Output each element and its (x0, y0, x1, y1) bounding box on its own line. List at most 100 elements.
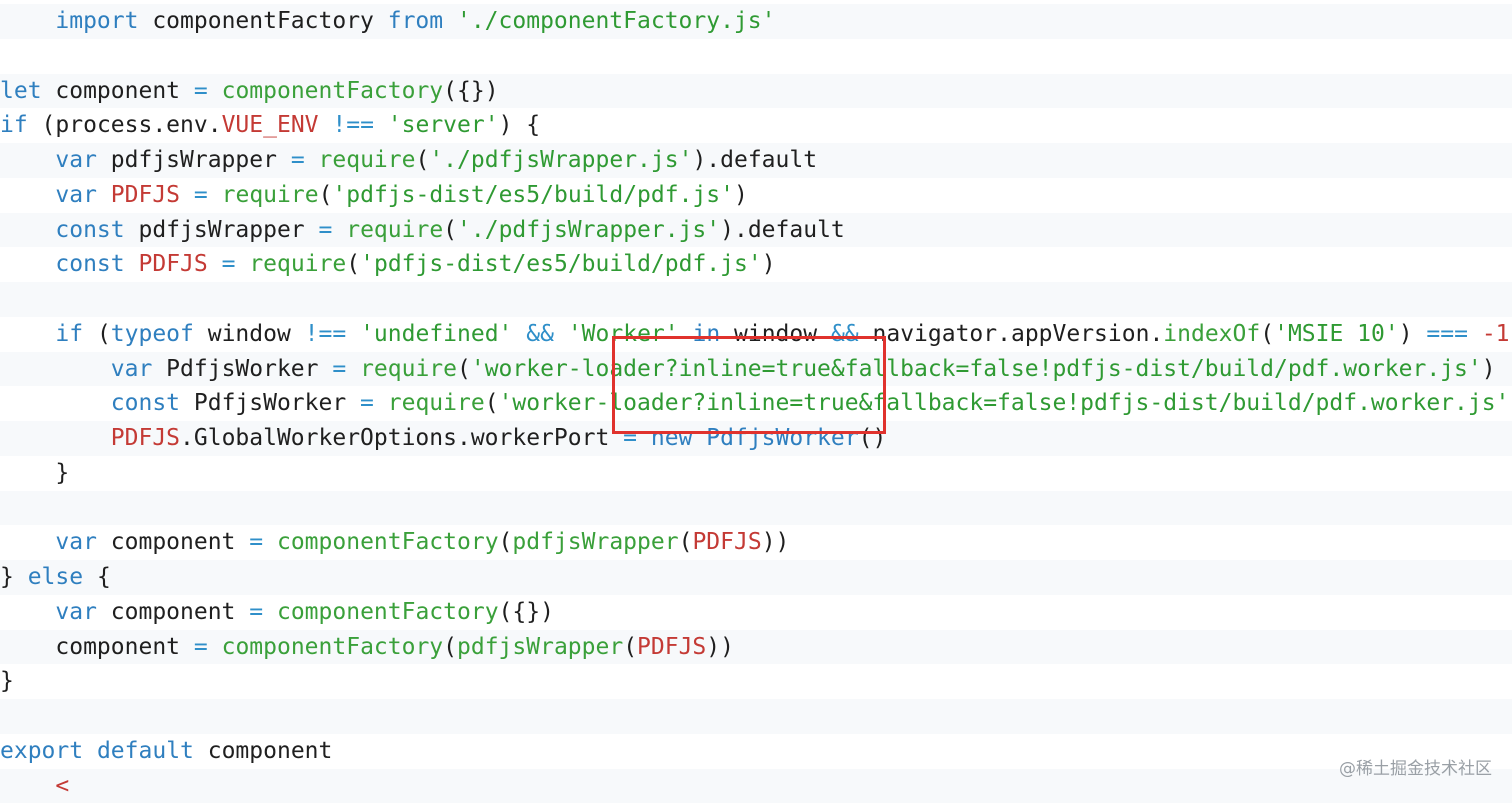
code-token: ) (734, 182, 748, 208)
code-token: PDFJS (692, 529, 761, 555)
code-line: var component = componentFactory({}) (0, 595, 1512, 630)
code-token: ( (457, 356, 471, 382)
code-token: if (55, 321, 83, 347)
code-line: var PDFJS = require('pdfjs-dist/es5/buil… (0, 178, 1512, 213)
code-line: const PDFJS = require('pdfjs-dist/es5/bu… (0, 247, 1512, 282)
code-token: } (0, 668, 14, 694)
code-token: require (388, 390, 485, 416)
code-token (637, 425, 651, 451)
code-line: const pdfjsWrapper = require('./pdfjsWra… (0, 213, 1512, 248)
code-token: ({}) (443, 78, 498, 104)
code-token (443, 8, 457, 34)
code-token: !== (332, 112, 374, 138)
code-line: } (0, 664, 1512, 699)
code-token: ( (1260, 321, 1274, 347)
code-token (1468, 321, 1482, 347)
code-token: navigator.appVersion. (859, 321, 1164, 347)
code-token (0, 356, 111, 382)
code-token: require (222, 182, 319, 208)
code-token (319, 112, 333, 138)
code-token: require (346, 217, 443, 243)
code-token: pdfjsWrapper (125, 217, 319, 243)
code-token (125, 251, 139, 277)
code-token: 'pdfjs-dist/es5/build/pdf.js' (332, 182, 734, 208)
code-line (0, 39, 1512, 74)
code-token (0, 321, 55, 347)
code-token (554, 321, 568, 347)
code-token: = (291, 147, 305, 173)
code-token: ( (415, 147, 429, 173)
code-line: PDFJS.GlobalWorkerOptions.workerPort = n… (0, 421, 1512, 456)
code-token (263, 529, 277, 555)
code-token: } (0, 564, 28, 590)
code-token: in (692, 321, 720, 347)
code-line: if (typeof window !== 'undefined' && 'Wo… (0, 317, 1512, 352)
code-token: let (0, 78, 42, 104)
code-token (0, 8, 55, 34)
code-token: componentFactory (222, 78, 444, 104)
code-line (0, 491, 1512, 526)
code-token (0, 251, 55, 277)
code-token: ( (83, 321, 111, 347)
code-token: component (42, 78, 194, 104)
code-token: ( (623, 634, 637, 660)
code-token (0, 599, 55, 625)
code-token: const (111, 390, 180, 416)
code-token: = (194, 634, 208, 660)
code-line: < (0, 769, 1512, 803)
code-token: pdfjsWrapper (457, 634, 623, 660)
code-token: !== (305, 321, 347, 347)
code-token: 'MSIE 10' (1274, 321, 1399, 347)
code-token: ) (1482, 356, 1496, 382)
code-token: ) (1399, 321, 1427, 347)
code-line: } else { (0, 560, 1512, 595)
code-token: = (623, 425, 637, 451)
code-token: const (55, 251, 124, 277)
code-token (263, 599, 277, 625)
code-token: (process.env. (28, 112, 222, 138)
code-token (0, 182, 55, 208)
code-token (512, 321, 526, 347)
code-token (97, 182, 111, 208)
code-line (0, 699, 1512, 734)
code-token: './componentFactory.js' (457, 8, 776, 34)
code-token: 'worker-loader?inline=true&fallback=fals… (499, 390, 1510, 416)
code-token: default (97, 738, 194, 764)
code-token: = (222, 251, 236, 277)
code-token: ).default (692, 147, 817, 173)
code-token (0, 529, 55, 555)
code-token: var (55, 529, 97, 555)
code-token: } (0, 460, 69, 486)
code-token: )) (706, 634, 734, 660)
code-token: = (194, 78, 208, 104)
code-token: ({}) (499, 599, 554, 625)
code-token: './pdfjsWrapper.js' (457, 217, 720, 243)
watermark: @稀土掘金技术社区 (1339, 754, 1492, 779)
code-token: )) (762, 529, 790, 555)
code-token: from (388, 8, 443, 34)
code-token: { (83, 564, 111, 590)
code-token: = (194, 182, 208, 208)
code-token (208, 78, 222, 104)
code-token (0, 390, 111, 416)
code-token: ( (346, 251, 360, 277)
code-token: indexOf (1163, 321, 1260, 347)
code-token (208, 634, 222, 660)
code-token: VUE_ENV (222, 112, 319, 138)
code-token: = (249, 599, 263, 625)
code-token: require (319, 147, 416, 173)
code-token: var (55, 182, 97, 208)
code-token: componentFactory (277, 529, 499, 555)
code-token: pdfjsWrapper (97, 147, 291, 173)
code-token: window (720, 321, 831, 347)
code-token: === (1426, 321, 1468, 347)
code-token (0, 147, 55, 173)
code-token: () (859, 425, 887, 451)
code-token: new (651, 425, 693, 451)
code-token: if (0, 112, 28, 138)
code-token (208, 182, 222, 208)
code-token: import (55, 8, 138, 34)
code-token (0, 217, 55, 243)
code-token: 'pdfjs-dist/es5/build/pdf.js' (360, 251, 762, 277)
code-token: .GlobalWorkerOptions.workerPort (180, 425, 623, 451)
